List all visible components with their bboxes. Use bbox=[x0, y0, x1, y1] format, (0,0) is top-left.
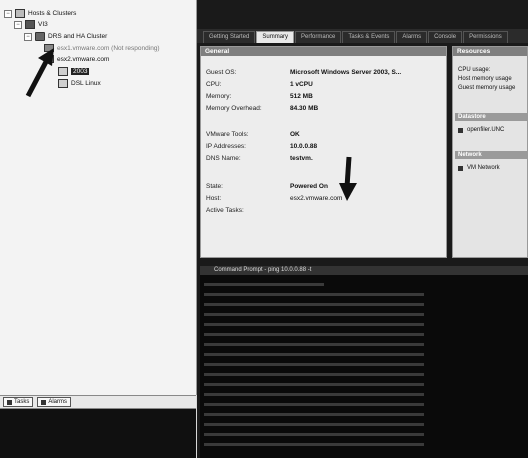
console-window-title: Command Prompt - ping 10.0.0.88 -t bbox=[200, 266, 528, 275]
tree-datacenter-row[interactable]: − VI3 bbox=[14, 20, 48, 29]
tree-vm-selected-row[interactable]: 2003 bbox=[58, 67, 90, 76]
ip-value: 10.0.0.88 bbox=[290, 143, 318, 150]
console-line bbox=[204, 283, 324, 286]
console-line bbox=[204, 433, 424, 436]
bottom-tab-bar: Tasks Alarms bbox=[0, 395, 196, 409]
datastore-row[interactable]: openfiler.UNC bbox=[458, 127, 504, 133]
collapse-toggle-icon[interactable]: − bbox=[4, 9, 12, 18]
tab-console[interactable]: Console bbox=[428, 31, 463, 43]
vm-tab-strip: Getting Started Summary Performance Task… bbox=[197, 29, 528, 43]
host-value[interactable]: esx2.vmware.com bbox=[290, 195, 342, 202]
console-line bbox=[204, 373, 424, 376]
datastore-header: Datastore bbox=[455, 113, 527, 121]
alarms-icon bbox=[41, 399, 47, 405]
tasks-tab-label: Tasks bbox=[14, 399, 30, 405]
console-window[interactable] bbox=[200, 275, 528, 458]
console-line bbox=[204, 313, 424, 316]
annotation-arrow-down bbox=[337, 155, 359, 201]
alarms-tab-label: Alarms bbox=[48, 399, 68, 405]
console-line bbox=[204, 413, 424, 416]
network-item-label: VM Network bbox=[467, 165, 500, 171]
cluster-icon bbox=[35, 32, 45, 41]
console-line bbox=[204, 353, 424, 356]
collapse-toggle-icon[interactable]: − bbox=[14, 20, 22, 29]
datacenter-icon bbox=[25, 20, 35, 29]
state-value: Powered On bbox=[290, 183, 328, 190]
alarms-tab[interactable]: Alarms bbox=[37, 397, 72, 407]
network-row[interactable]: VM Network bbox=[458, 165, 500, 171]
console-line bbox=[204, 443, 424, 446]
guest-memory-usage-label: Guest memory usage bbox=[458, 85, 516, 91]
vm-icon bbox=[58, 79, 68, 88]
tree-host2-label: esx2.vmware.com bbox=[57, 55, 110, 63]
datastore-item-label: openfiler.UNC bbox=[467, 127, 505, 133]
tree-vm-selected-label: 2003 bbox=[71, 68, 90, 75]
host-memory-usage-label: Host memory usage bbox=[458, 76, 512, 82]
tree-cluster-row[interactable]: − DRS and HA Cluster bbox=[24, 32, 107, 41]
memory-value: 512 MB bbox=[290, 93, 313, 100]
cpu-label: CPU: bbox=[206, 81, 222, 88]
cpu-value: 1 vCPU bbox=[290, 81, 313, 88]
console-line bbox=[204, 423, 424, 426]
console-line bbox=[204, 343, 424, 346]
tree-datacenter-label: VI3 bbox=[38, 21, 48, 28]
console-line bbox=[204, 323, 424, 326]
console-line bbox=[204, 393, 424, 396]
general-header: General bbox=[201, 47, 446, 56]
tab-summary[interactable]: Summary bbox=[256, 31, 295, 43]
tree-vm2-label: DSL Linux bbox=[71, 80, 101, 87]
ip-label: IP Addresses: bbox=[206, 143, 246, 150]
tree-cluster-label: DRS and HA Cluster bbox=[48, 33, 108, 40]
tree-host1-label: esx1.vmware.com (Not responding) bbox=[57, 44, 160, 52]
console-line bbox=[204, 303, 424, 306]
console-line bbox=[204, 383, 424, 386]
dns-label: DNS Name: bbox=[206, 155, 241, 162]
cpu-usage-label: CPU usage: bbox=[458, 67, 491, 73]
guest-os-label: Guest OS: bbox=[206, 69, 237, 76]
tab-getting-started[interactable]: Getting Started bbox=[203, 31, 256, 43]
memory-overhead-label: Memory Overhead: bbox=[206, 105, 262, 112]
vmware-tools-value: OK bbox=[290, 131, 300, 138]
host-label: Host: bbox=[206, 195, 222, 202]
tasks-tab[interactable]: Tasks bbox=[3, 397, 34, 407]
active-tasks-label: Active Tasks: bbox=[206, 207, 244, 214]
general-section: General Guest OS: Microsoft Windows Serv… bbox=[200, 46, 447, 258]
dns-value: testvm. bbox=[290, 155, 313, 162]
tab-alarms[interactable]: Alarms bbox=[396, 31, 428, 43]
console-line bbox=[204, 293, 424, 296]
memory-label: Memory: bbox=[206, 93, 232, 100]
network-icon bbox=[458, 165, 463, 171]
console-line bbox=[204, 403, 424, 406]
state-label: State: bbox=[206, 183, 223, 190]
tree-vm2-row[interactable]: DSL Linux bbox=[58, 79, 101, 88]
tab-performance[interactable]: Performance bbox=[295, 31, 342, 43]
vmware-tools-label: VMware Tools: bbox=[206, 131, 249, 138]
tree-root-label: Hosts & Clusters bbox=[28, 10, 77, 17]
console-line bbox=[204, 363, 424, 366]
datastore-icon bbox=[458, 127, 463, 133]
tasks-pane bbox=[0, 409, 196, 458]
hosts-clusters-icon bbox=[15, 9, 25, 18]
vm-icon bbox=[58, 67, 68, 76]
tasks-icon bbox=[7, 399, 12, 405]
tree-host1-row[interactable]: esx1.vmware.com (Not responding) bbox=[44, 44, 160, 52]
tab-tasks-events[interactable]: Tasks & Events bbox=[342, 31, 396, 43]
memory-overhead-value: 84.30 MB bbox=[290, 105, 319, 112]
resources-section: Resources CPU usage: Host memory usage G… bbox=[452, 46, 528, 258]
resources-header: Resources bbox=[453, 47, 527, 56]
annotation-arrow-left bbox=[22, 48, 56, 100]
collapse-toggle-icon[interactable]: − bbox=[24, 32, 32, 41]
tree-root-row[interactable]: − Hosts & Clusters bbox=[4, 9, 76, 18]
network-header: Network bbox=[455, 151, 527, 159]
inventory-tree-pane: − Hosts & Clusters − VI3 − DRS and HA Cl… bbox=[0, 0, 197, 395]
console-line bbox=[204, 333, 424, 336]
guest-os-value: Microsoft Windows Server 2003, S... bbox=[290, 69, 402, 76]
tab-permissions[interactable]: Permissions bbox=[463, 31, 508, 43]
